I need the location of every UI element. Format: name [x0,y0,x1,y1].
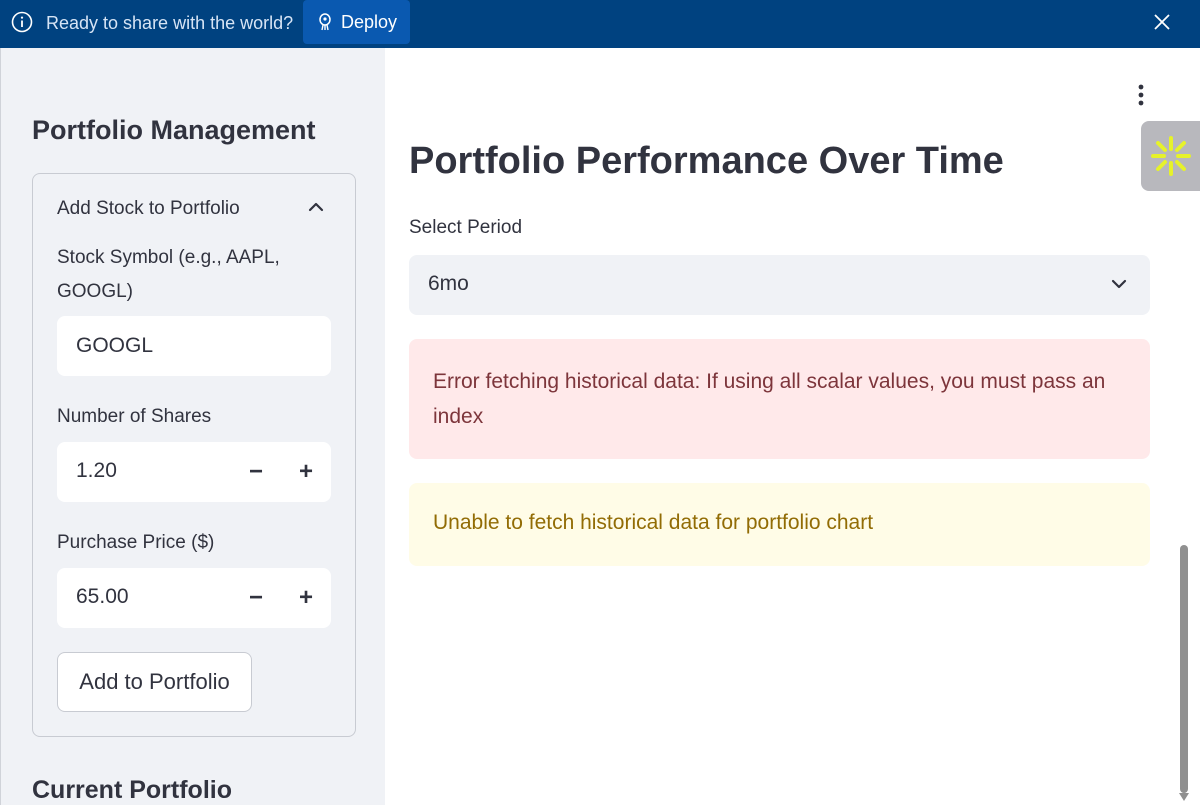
price-decrement-button[interactable]: − [241,584,271,612]
scrollbar-thumb[interactable] [1180,545,1188,793]
price-stepper[interactable]: 65.00 − + [57,568,331,628]
symbol-label: Stock Symbol (e.g., AAPL, GOOGL) [57,247,280,302]
period-select-label: Select Period [409,217,523,238]
scrollbar[interactable] [1174,48,1200,805]
expander-header[interactable]: Add Stock to Portfolio [57,198,240,220]
add-stock-expander: Add Stock to Portfolio Stock Symbol (e.g… [32,173,356,737]
shares-increment-button[interactable]: + [291,458,321,486]
shares-value[interactable]: 1.20 [76,459,117,483]
symbol-input[interactable]: GOOGL [57,316,331,376]
current-portfolio-heading: Current Portfolio [32,776,232,804]
sidebar-title: Portfolio Management [32,115,316,145]
warning-message: Unable to fetch historical data for port… [433,511,874,534]
page-title: Portfolio Performance Over Time [409,140,1004,182]
error-alert: Error fetching historical data: If using… [409,339,1150,459]
deploy-button[interactable]: Deploy [303,0,410,44]
price-label: Purchase Price ($) [57,532,215,553]
deploy-label: Deploy [341,11,398,32]
kebab-menu-icon[interactable] [1130,82,1152,108]
shares-label: Number of Shares [57,406,212,427]
shares-stepper[interactable]: 1.20 − + [57,442,331,502]
close-icon[interactable] [1150,10,1174,34]
price-value[interactable]: 65.00 [76,585,129,609]
add-to-portfolio-button[interactable]: Add to Portfolio [57,652,252,712]
error-message: Error fetching historical data: If using… [433,370,1106,428]
chevron-down-icon[interactable] [1110,277,1128,291]
period-select-value[interactable]: 6mo [428,272,469,296]
period-select[interactable]: 6mo [409,255,1150,315]
chevron-up-icon[interactable] [307,200,325,214]
shares-decrement-button[interactable]: − [241,458,271,486]
scroll-down-arrow-icon[interactable] [1178,792,1190,802]
sidebar: Portfolio Management Add Stock to Portfo… [0,48,385,805]
info-circle-icon [11,11,33,33]
deploy-banner: Ready to share with the world? Deploy [0,0,1200,48]
rocket-icon [319,13,331,31]
banner-message: Ready to share with the world? [46,13,294,33]
price-increment-button[interactable]: + [291,584,321,612]
warning-alert: Unable to fetch historical data for port… [409,483,1150,566]
